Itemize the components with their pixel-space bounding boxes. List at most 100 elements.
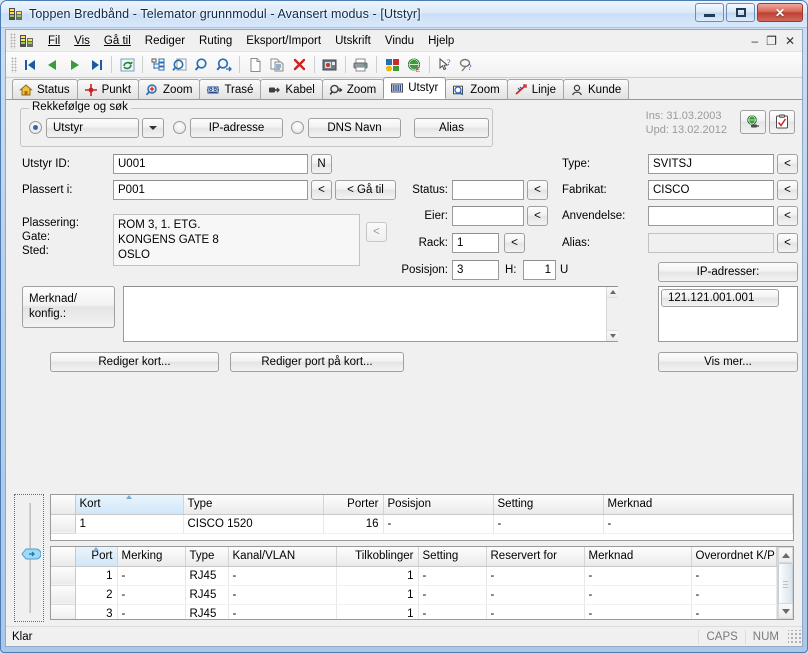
status-field[interactable] — [452, 180, 524, 200]
merknad-scrollbar[interactable] — [606, 287, 618, 341]
rack-lookup-button[interactable]: < — [504, 233, 525, 253]
radio-dns-navn[interactable] — [291, 121, 304, 134]
port-col-setting[interactable]: Setting — [418, 547, 487, 567]
cell-setting[interactable]: - — [418, 585, 487, 605]
cell-tilkoblinger[interactable]: 1 — [336, 604, 419, 619]
rack-field[interactable]: 1 — [452, 233, 499, 253]
mdi-document-icon[interactable] — [19, 33, 35, 49]
utstyr-id-new-button[interactable]: N — [311, 154, 332, 174]
cell-port[interactable]: 1 — [75, 566, 118, 586]
port-col-kanal-vlan[interactable]: Kanal/VLAN — [228, 547, 337, 567]
cell-merknad[interactable]: - — [603, 514, 793, 534]
type-field[interactable]: SVITSJ — [648, 154, 774, 174]
clipboard-check-icon[interactable] — [769, 110, 795, 134]
new-document-icon[interactable] — [244, 54, 266, 75]
delete-icon[interactable] — [288, 54, 310, 75]
refresh-icon[interactable] — [116, 54, 138, 75]
splitter-collapse-handle[interactable] — [21, 547, 42, 561]
cell-setting[interactable]: - — [418, 566, 487, 586]
kort-col-setting[interactable]: Setting — [493, 495, 604, 515]
cell-overordnet-kp[interactable]: - — [691, 566, 777, 586]
chart-icon[interactable] — [381, 54, 403, 75]
cell-overordnet-kp[interactable]: - — [691, 585, 777, 605]
globe-icon[interactable]: E — [403, 54, 425, 75]
merknad-field[interactable] — [123, 286, 618, 342]
cell-posisjon[interactable]: - — [383, 514, 494, 534]
cell-reservert-for[interactable]: - — [486, 604, 585, 619]
kort-col-type[interactable]: Type — [183, 495, 324, 515]
alias-lookup-button[interactable]: < — [777, 233, 798, 253]
cell-tilkoblinger[interactable]: 1 — [336, 566, 419, 586]
copy-icon[interactable] — [266, 54, 288, 75]
ip-adresser-list[interactable]: 121.121.001.001 — [658, 286, 798, 342]
zoom-page-icon[interactable] — [169, 54, 191, 75]
menu-item-eksport-import[interactable]: Eksport/Import — [239, 32, 328, 50]
menu-item-ga-til[interactable]: Gå til — [97, 32, 138, 50]
menu-item-utskrift[interactable]: Utskrift — [328, 32, 378, 50]
cell-reservert-for[interactable]: - — [486, 566, 585, 586]
menu-item-vindu[interactable]: Vindu — [378, 32, 421, 50]
scroll-down-button[interactable] — [778, 603, 793, 619]
type-lookup-button[interactable]: < — [777, 154, 798, 174]
port-col-reservert-for[interactable]: Reservert for — [486, 547, 585, 567]
cell-kanal-vlan[interactable]: - — [228, 566, 337, 586]
scroll-up-button[interactable] — [778, 547, 793, 563]
row-selector[interactable] — [51, 514, 76, 534]
fabrikat-field[interactable]: CISCO — [648, 180, 774, 200]
menu-grip[interactable] — [10, 32, 16, 49]
tab-zoom-utstyr[interactable]: Zoom — [445, 79, 508, 99]
cell-merknad[interactable]: - — [584, 585, 692, 605]
globe-network-icon[interactable] — [740, 110, 766, 134]
cell-port[interactable]: 2 — [75, 585, 118, 605]
merknad-konfig-button[interactable]: Merknad/ konfig.: — [22, 286, 115, 328]
cell-setting[interactable]: - — [493, 514, 604, 534]
plassert-i-lookup-button[interactable]: < — [311, 180, 332, 200]
search-icon[interactable] — [191, 54, 213, 75]
ip-adresse-button[interactable]: IP-adresse — [190, 118, 283, 138]
port-col-type[interactable]: Type — [185, 547, 229, 567]
cell-merknad[interactable]: - — [584, 566, 692, 586]
cell-porter[interactable]: 16 — [323, 514, 384, 534]
port-col-overordnet-kp[interactable]: Overordnet K/P — [691, 547, 777, 567]
row-selector[interactable] — [51, 566, 76, 586]
table-row[interactable]: 1 CISCO 1520 16 - - - — [51, 514, 793, 534]
cell-type[interactable]: CISCO 1520 — [183, 514, 324, 534]
cell-tilkoblinger[interactable]: 1 — [336, 585, 419, 605]
utstyr-combo-value[interactable]: Utstyr — [46, 118, 139, 138]
port-col-tilkoblinger[interactable]: Tilkoblinger — [336, 547, 419, 567]
status-lookup-button[interactable]: < — [527, 180, 548, 200]
resize-grip[interactable] — [788, 629, 802, 644]
mdi-restore-button[interactable]: ❐ — [766, 34, 777, 48]
vis-mer-button[interactable]: Vis mer... — [658, 352, 798, 372]
mdi-minimize-button[interactable]: – — [751, 34, 758, 48]
cell-merknad[interactable]: - — [584, 604, 692, 619]
tab-linje[interactable]: Linje — [506, 79, 564, 99]
menu-item-fil[interactable]: Fil — [41, 32, 67, 50]
toolbar-grip[interactable] — [11, 56, 17, 73]
mdi-close-button[interactable]: ✕ — [785, 34, 795, 48]
anvendelse-lookup-button[interactable]: < — [777, 206, 798, 226]
tree-view-icon[interactable] — [147, 54, 169, 75]
tab-trase[interactable]: Trasé — [199, 79, 262, 99]
previous-record-icon[interactable] — [41, 54, 63, 75]
kort-row-header-corner[interactable] — [51, 495, 76, 515]
h-field[interactable]: 1 — [523, 260, 556, 280]
port-row-header-corner[interactable] — [51, 547, 76, 567]
ip-list-item[interactable]: 121.121.001.001 — [661, 289, 779, 307]
port-grid-scrollbar[interactable] — [777, 547, 793, 619]
tab-zoom-punkt[interactable]: Zoom — [138, 79, 201, 99]
ip-adresser-button[interactable]: IP-adresser: — [658, 262, 798, 282]
tab-zoom-kabel[interactable]: Zoom — [321, 79, 385, 99]
cell-reservert-for[interactable]: - — [486, 585, 585, 605]
table-row[interactable]: 1- RJ45-1- - - - — [51, 566, 777, 586]
row-selector[interactable] — [51, 585, 76, 605]
rediger-kort-button[interactable]: Rediger kort... — [50, 352, 219, 372]
first-record-icon[interactable] — [19, 54, 41, 75]
utstyr-id-field[interactable]: U001 — [113, 154, 308, 174]
dns-navn-button[interactable]: DNS Navn — [308, 118, 401, 138]
alias-search-button[interactable]: Alias — [414, 118, 489, 138]
menu-item-ruting[interactable]: Ruting — [192, 32, 239, 50]
port-col-port[interactable]: Port — [75, 547, 118, 567]
cell-setting[interactable]: - — [418, 604, 487, 619]
cell-kanal-vlan[interactable]: - — [228, 604, 337, 619]
